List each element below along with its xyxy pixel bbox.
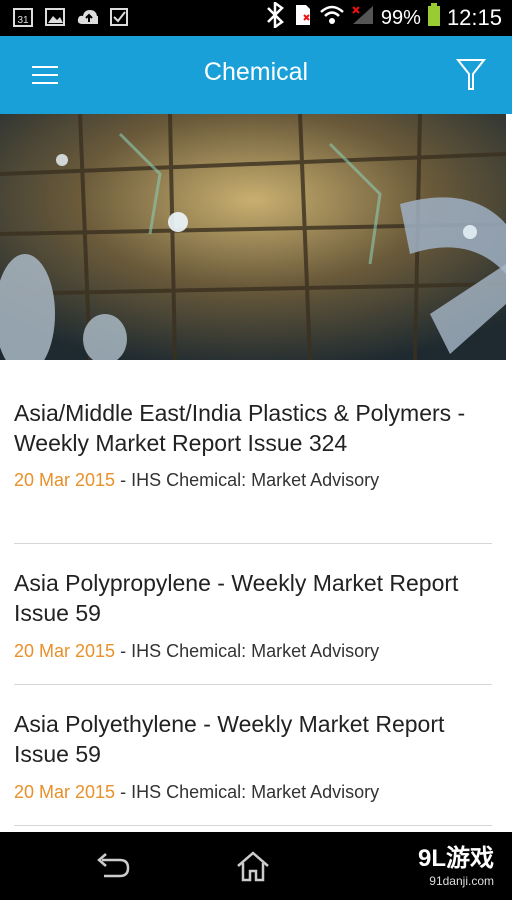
cloud-upload-icon [76, 6, 98, 28]
gallery-icon [44, 6, 66, 28]
article-date: 20 Mar 2015 [14, 641, 116, 661]
app-bar: Chemical [0, 36, 512, 114]
article-source: IHS Chemical: Market Advisory [131, 641, 380, 661]
battery-percent: 99% [380, 6, 421, 29]
back-button[interactable] [92, 848, 132, 884]
page-title: Chemical [203, 58, 309, 86]
list-item[interactable]: Asia Polyethylene - Weekly Market Report… [14, 709, 492, 826]
article-source: IHS Chemical: Market Advisory [131, 782, 380, 802]
article-title: Asia Polypropylene - Weekly Market Repor… [14, 570, 459, 626]
hero-image [0, 114, 506, 360]
navigation-bar: 9L游戏 91danji.com [0, 832, 512, 900]
article-date: 20 Mar 2015 [14, 782, 116, 802]
list-item[interactable]: Asia Polypropylene - Weekly Market Repor… [14, 568, 492, 685]
signal-icon [351, 4, 375, 32]
list-item[interactable]: Asia/Middle East/India Plastics & Polyme… [14, 398, 492, 544]
back-icon [97, 853, 130, 878]
battery-icon [427, 3, 441, 33]
article-title: Asia/Middle East/India Plastics & Polyme… [14, 400, 466, 456]
wifi-icon [319, 4, 345, 32]
sd-card-icon [293, 3, 313, 33]
status-bar: 31 99% 12:15 [0, 0, 512, 36]
filter-button[interactable] [455, 56, 487, 92]
home-icon [237, 851, 269, 882]
article-source: IHS Chemical: Market Advisory [131, 470, 380, 490]
article-date: 20 Mar 2015 [14, 470, 116, 490]
filter-icon [455, 59, 487, 90]
watermark: 9L游戏 91danji.com [417, 845, 494, 889]
checkbox-icon [108, 6, 130, 28]
article-title: Asia Polyethylene - Weekly Market Report… [14, 711, 445, 767]
svg-text:31: 31 [17, 15, 29, 26]
clock: 12:15 [446, 5, 502, 30]
home-button[interactable] [233, 848, 273, 884]
calendar-icon: 31 [12, 6, 34, 28]
bluetooth-icon [263, 0, 287, 34]
